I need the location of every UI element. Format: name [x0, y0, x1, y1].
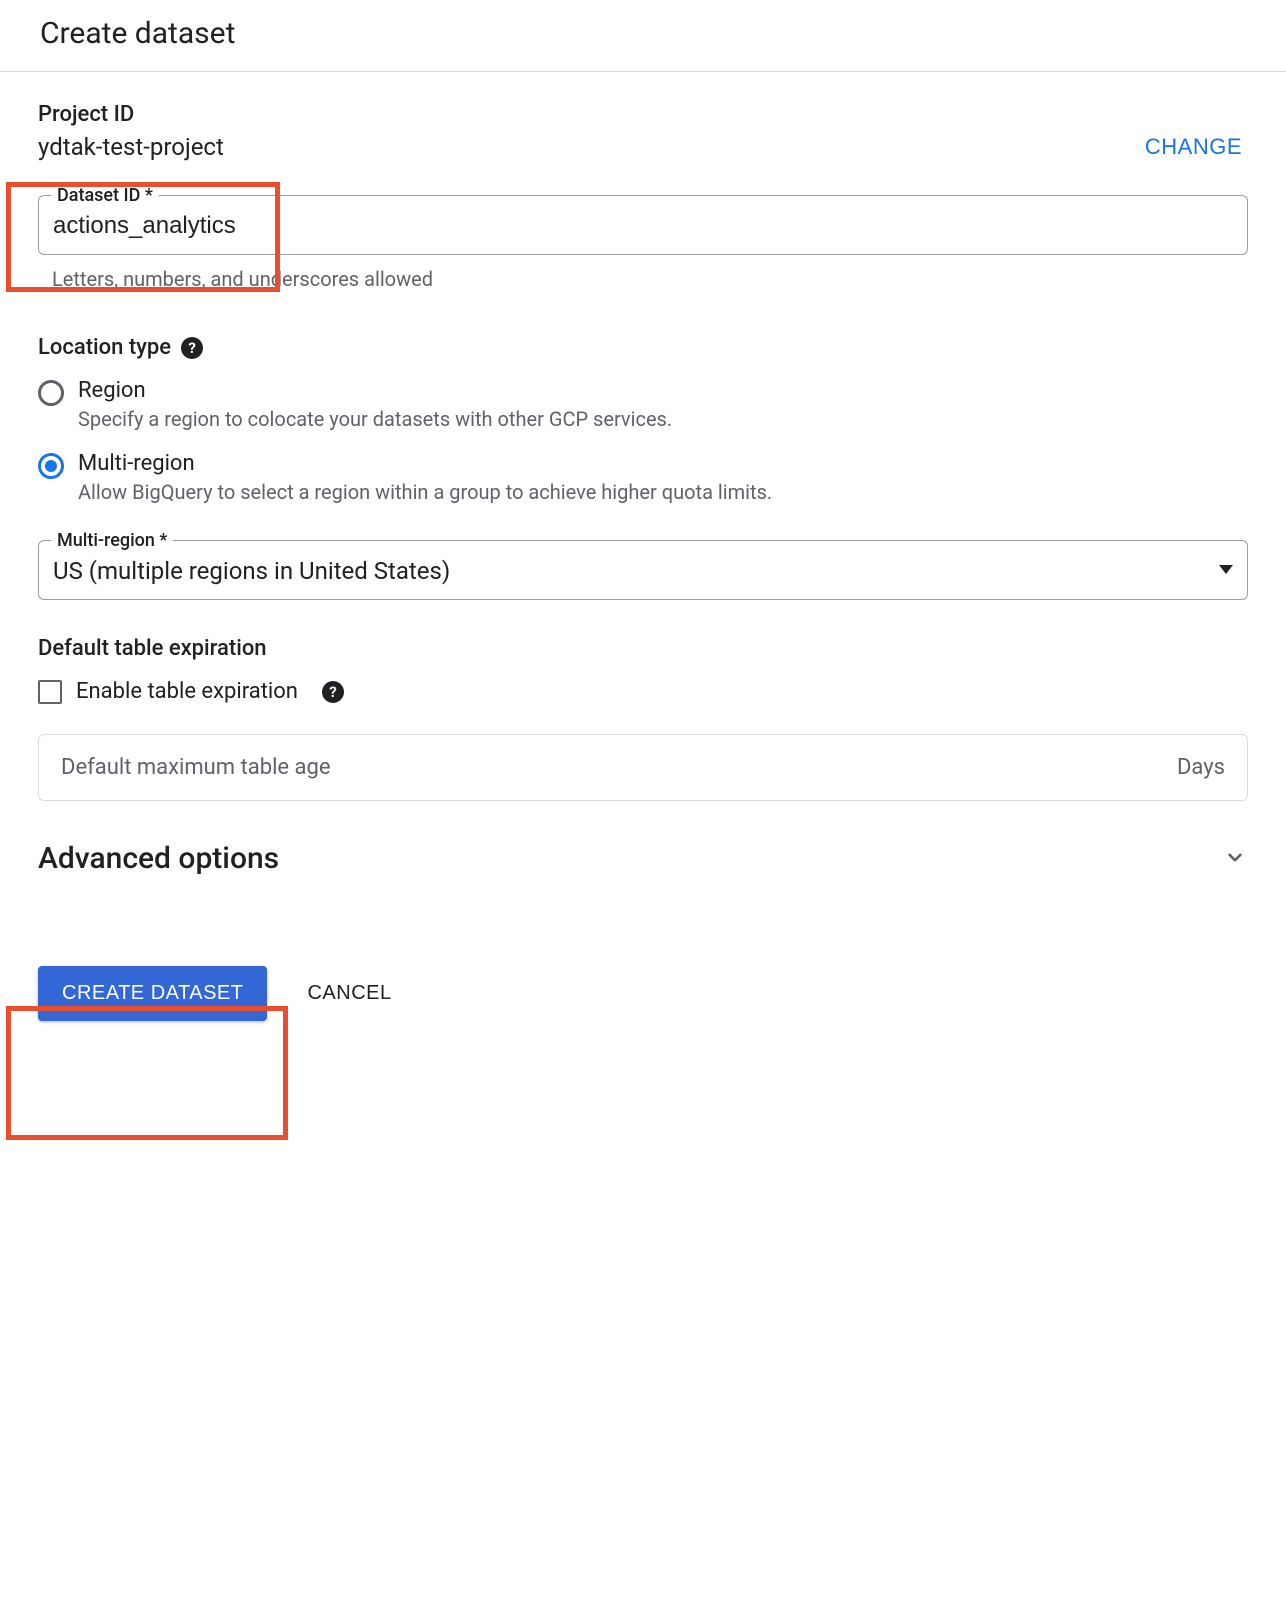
caret-down-icon	[1219, 565, 1233, 574]
advanced-options-title: Advanced options	[38, 841, 279, 876]
max-table-age-placeholder: Default maximum table age	[61, 755, 331, 780]
dataset-id-legend: Dataset ID *	[51, 185, 159, 206]
multiregion-value: US (multiple regions in United States)	[53, 551, 1219, 587]
radio-multiregion-desc: Allow BigQuery to select a region within…	[78, 480, 772, 504]
max-table-age-suffix: Days	[1177, 755, 1225, 780]
advanced-options-toggle[interactable]: Advanced options	[38, 841, 1248, 876]
location-type-title: Location type	[38, 335, 171, 360]
dataset-id-helper: Letters, numbers, and underscores allowe…	[52, 267, 1242, 291]
panel-header: Create dataset	[0, 0, 1286, 72]
max-table-age-field: Default maximum table age Days	[38, 734, 1248, 801]
chevron-down-icon	[1222, 844, 1248, 874]
radio-multiregion-row[interactable]: Multi-region Allow BigQuery to select a …	[38, 451, 1248, 504]
radio-multiregion-label: Multi-region	[78, 451, 772, 476]
radio-region-row[interactable]: Region Specify a region to colocate your…	[38, 378, 1248, 431]
multiregion-legend: Multi-region *	[51, 530, 173, 551]
help-icon[interactable]: ?	[181, 337, 203, 359]
enable-expiration-checkbox[interactable]	[38, 680, 62, 704]
help-icon[interactable]: ?	[322, 681, 344, 703]
radio-region-desc: Specify a region to colocate your datase…	[78, 407, 672, 431]
project-id-value: ydtak-test-project	[38, 133, 224, 161]
expiration-title: Default table expiration	[38, 636, 267, 661]
enable-expiration-label: Enable table expiration	[76, 679, 298, 704]
dataset-id-input[interactable]	[53, 206, 1233, 242]
dataset-id-field[interactable]: Dataset ID *	[38, 185, 1248, 255]
radio-region-label: Region	[78, 378, 672, 403]
radio-multiregion[interactable]	[38, 453, 64, 479]
create-dataset-button[interactable]: CREATE DATASET	[38, 966, 267, 1021]
project-id-label: Project ID	[38, 102, 224, 127]
cancel-button[interactable]: CANCEL	[301, 981, 397, 1006]
panel-title: Create dataset	[40, 16, 235, 51]
multiregion-select[interactable]: Multi-region * US (multiple regions in U…	[38, 530, 1248, 600]
change-project-button[interactable]: CHANGE	[1139, 133, 1248, 161]
radio-region[interactable]	[38, 380, 64, 406]
